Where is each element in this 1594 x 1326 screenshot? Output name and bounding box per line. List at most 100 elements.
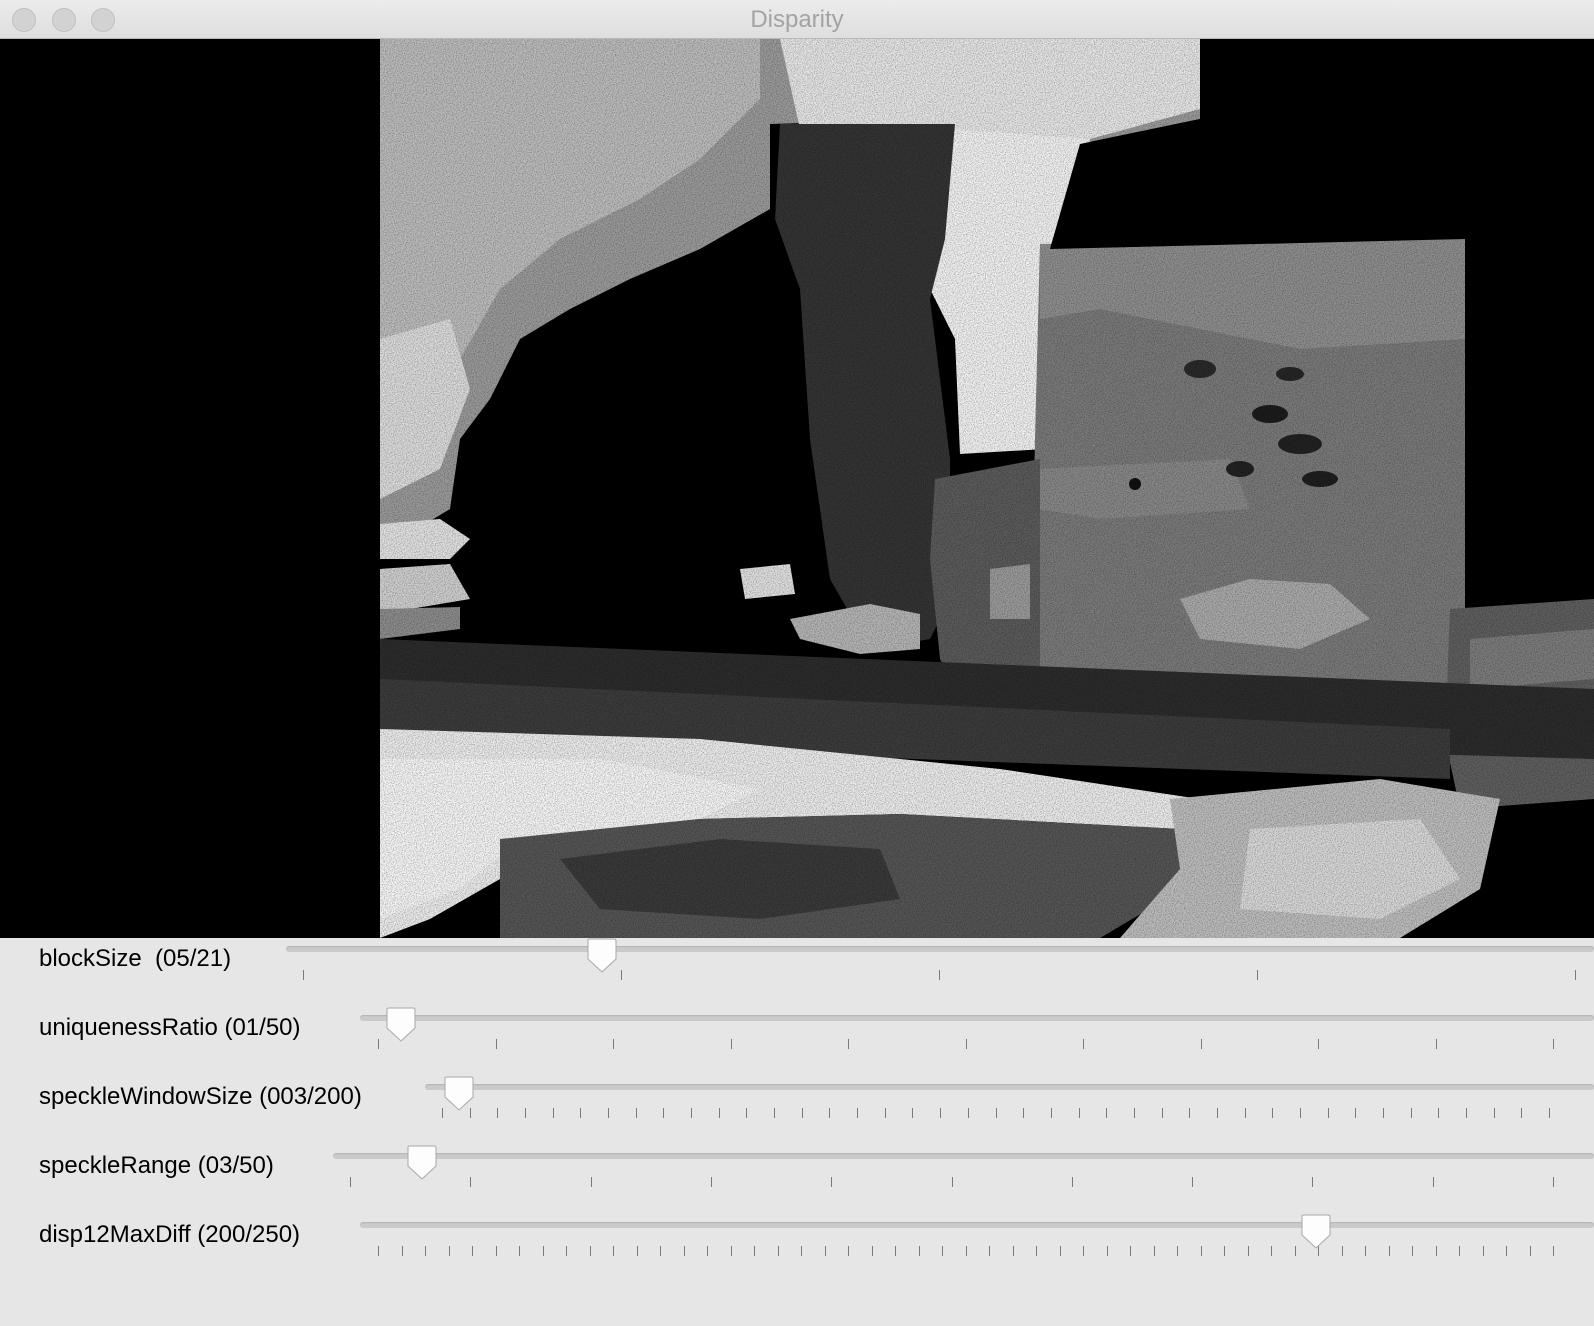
- tick-mark: [968, 1108, 969, 1118]
- tick-mark: [1245, 1108, 1246, 1118]
- tick-mark: [1107, 1246, 1108, 1256]
- tick-mark: [1134, 1108, 1135, 1118]
- tick-mark: [1257, 970, 1258, 980]
- tick-mark: [1328, 1108, 1329, 1118]
- uniquenessratio-label: uniquenessRatio (01/50): [39, 1014, 301, 1041]
- blocksize-track[interactable]: [286, 946, 1594, 952]
- tick-mark: [942, 1246, 943, 1256]
- trackbar-panel: blockSize (05/21) uniquenessRatio (01/50…: [0, 938, 1594, 1326]
- tick-mark: [637, 1246, 638, 1256]
- tick-mark: [1295, 1246, 1296, 1256]
- uniquenessratio-track[interactable]: [360, 1015, 1594, 1021]
- tick-mark: [1436, 1039, 1437, 1049]
- tick-mark: [402, 1246, 403, 1256]
- tick-mark: [378, 1039, 379, 1049]
- tick-mark: [731, 1039, 732, 1049]
- tick-mark: [719, 1108, 720, 1118]
- tick-mark: [778, 1246, 779, 1256]
- tick-mark: [1083, 1039, 1084, 1049]
- tick-mark: [919, 1246, 920, 1256]
- tick-mark: [543, 1246, 544, 1256]
- specklerange-track[interactable]: [333, 1153, 1594, 1159]
- tick-mark: [872, 1246, 873, 1256]
- blocksize-ticks: [303, 970, 1576, 980]
- tick-mark: [378, 1246, 379, 1256]
- tick-mark: [1436, 1246, 1437, 1256]
- specklewindowsize-label: speckleWindowSize (003/200): [39, 1083, 362, 1110]
- tick-mark: [1342, 1246, 1343, 1256]
- tick-mark: [802, 1108, 803, 1118]
- specklerange-label: speckleRange (03/50): [39, 1152, 274, 1179]
- tick-mark: [1271, 1246, 1272, 1256]
- tick-mark: [496, 1246, 497, 1256]
- tick-mark: [303, 970, 304, 980]
- tick-mark: [1051, 1108, 1052, 1118]
- tick-mark: [746, 1108, 747, 1118]
- tick-mark: [590, 1246, 591, 1256]
- tick-mark: [470, 1177, 471, 1187]
- tick-mark: [525, 1108, 526, 1118]
- specklewindowsize-ticks: [442, 1108, 1550, 1118]
- tick-mark: [966, 1246, 967, 1256]
- tick-mark: [566, 1246, 567, 1256]
- tick-mark: [636, 1108, 637, 1118]
- tick-mark: [1060, 1246, 1061, 1256]
- tick-mark: [1177, 1246, 1178, 1256]
- tick-mark: [848, 1246, 849, 1256]
- specklewindowsize-track[interactable]: [425, 1084, 1594, 1090]
- tick-mark: [895, 1246, 896, 1256]
- tick-mark: [1494, 1108, 1495, 1118]
- tick-mark: [1217, 1108, 1218, 1118]
- disp12maxdiff-ticks: [378, 1246, 1554, 1256]
- specklerange-slider-thumb[interactable]: [404, 1145, 440, 1181]
- tick-mark: [1412, 1246, 1413, 1256]
- uniquenessratio-slider-thumb[interactable]: [383, 1007, 419, 1043]
- tick-mark: [1506, 1246, 1507, 1256]
- tick-mark: [497, 1108, 498, 1118]
- disp12maxdiff-slider-thumb[interactable]: [1298, 1214, 1334, 1250]
- tick-mark: [1312, 1177, 1313, 1187]
- tick-mark: [350, 1177, 351, 1187]
- tick-mark: [1318, 1039, 1319, 1049]
- disparity-map-image: [0, 39, 1594, 938]
- tick-mark: [774, 1108, 775, 1118]
- tick-mark: [1248, 1246, 1249, 1256]
- specklewindowsize-slider-thumb[interactable]: [441, 1076, 477, 1112]
- tick-mark: [1162, 1108, 1163, 1118]
- tick-mark: [1383, 1108, 1384, 1118]
- tick-mark: [1192, 1177, 1193, 1187]
- tick-mark: [848, 1039, 849, 1049]
- tick-mark: [1201, 1039, 1202, 1049]
- tick-mark: [1106, 1108, 1107, 1118]
- tick-mark: [496, 1039, 497, 1049]
- tick-mark: [1438, 1108, 1439, 1118]
- uniquenessratio-ticks: [378, 1039, 1554, 1049]
- tick-mark: [711, 1177, 712, 1187]
- tick-mark: [825, 1246, 826, 1256]
- tick-mark: [608, 1108, 609, 1118]
- tick-mark: [1300, 1108, 1301, 1118]
- tick-mark: [1365, 1246, 1366, 1256]
- blocksize-slider-thumb[interactable]: [584, 938, 620, 974]
- tick-mark: [553, 1108, 554, 1118]
- disp12maxdiff-track[interactable]: [360, 1222, 1594, 1228]
- tick-mark: [707, 1246, 708, 1256]
- tick-mark: [1023, 1108, 1024, 1118]
- tick-mark: [939, 970, 940, 980]
- tick-mark: [660, 1246, 661, 1256]
- tick-mark: [1521, 1108, 1522, 1118]
- tick-mark: [1553, 1177, 1554, 1187]
- tick-mark: [1154, 1246, 1155, 1256]
- tick-mark: [449, 1246, 450, 1256]
- tick-mark: [801, 1246, 802, 1256]
- tick-mark: [472, 1246, 473, 1256]
- tick-mark: [684, 1246, 685, 1256]
- tick-mark: [1553, 1039, 1554, 1049]
- specklerange-ticks: [350, 1177, 1554, 1187]
- tick-mark: [1189, 1108, 1190, 1118]
- tick-mark: [1530, 1246, 1531, 1256]
- tick-mark: [996, 1108, 997, 1118]
- tick-mark: [1389, 1246, 1390, 1256]
- tick-mark: [912, 1108, 913, 1118]
- tick-mark: [621, 970, 622, 980]
